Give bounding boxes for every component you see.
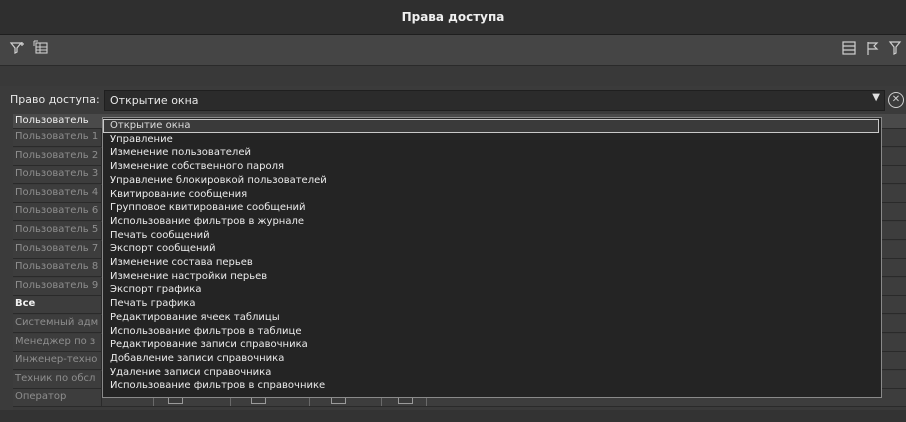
flag-icon[interactable]: [864, 40, 882, 58]
dropdown-item[interactable]: Изменение пользователей: [104, 147, 878, 159]
dropdown-item-selected[interactable]: Открытие окна: [103, 119, 879, 133]
dropdown-item[interactable]: Групповое квитирование сообщений: [104, 202, 878, 214]
grid-config-icon[interactable]: [32, 40, 50, 58]
dropdown-item[interactable]: Использование фильтров в таблице: [104, 326, 878, 338]
clear-icon[interactable]: ✕: [888, 92, 904, 108]
filter-settings-icon-graphic: [9, 42, 24, 54]
row-user-name: Пользователь 7: [15, 242, 99, 254]
row-user-name: Пользователь 6: [15, 205, 99, 217]
dropdown-item[interactable]: Экспорт графика: [104, 284, 878, 296]
filter-settings-icon[interactable]: [8, 40, 26, 58]
dropdown-item[interactable]: Использование фильтров в журнале: [104, 216, 878, 228]
access-label: Право доступа:: [10, 93, 100, 106]
row-user-name: Пользователь 2: [15, 149, 99, 161]
row-user-name: Оператор: [15, 391, 67, 403]
row-user-name: Пользователь 1: [15, 131, 99, 142]
dropdown-item[interactable]: Печать графика: [104, 298, 878, 310]
filter-icon[interactable]: [886, 40, 904, 58]
dropdown-item[interactable]: Редактирование ячеек таблицы: [104, 312, 878, 324]
dropdown-item[interactable]: Изменение настройки перьев: [104, 271, 878, 283]
flag-icon-graphic: [867, 42, 879, 55]
row-user-name: Пользователь 5: [15, 224, 99, 235]
row-user-name: Менеджер по з: [15, 335, 96, 347]
dropdown-item[interactable]: Управление блокировкой пользователей: [104, 175, 878, 187]
column-header-user: Пользователь: [15, 115, 89, 126]
dropdown-item[interactable]: Редактирование записи справочника: [104, 339, 878, 351]
window-title: Права доступа: [0, 0, 906, 35]
toolbar: [0, 35, 906, 66]
status-bar: [0, 410, 906, 422]
row-user-name: Пользователь 4: [15, 186, 99, 198]
row-user-name: Пользователь 8: [15, 261, 99, 273]
dropdown-item[interactable]: Управление: [104, 134, 878, 146]
dropdown-item[interactable]: Экспорт сообщений: [104, 243, 878, 255]
access-dropdown-list: Открытие окна Управление Изменение пользов…: [102, 117, 882, 398]
row-user-name: Инженер-техно: [15, 354, 98, 366]
access-combobox[interactable]: Открытие окна ▼: [104, 90, 885, 111]
dropdown-item[interactable]: Добавление записи справочника: [104, 353, 878, 365]
row-user-name: Пользователь 9: [15, 279, 99, 291]
row-user-name: Все: [15, 298, 36, 310]
row-user-name: Пользователь 3: [15, 168, 99, 180]
dropdown-item[interactable]: Удаление записи справочника: [104, 367, 878, 379]
list-view-icon-graphic: [842, 41, 856, 55]
dropdown-item[interactable]: Печать сообщений: [104, 230, 878, 242]
spacer-area: [0, 66, 906, 86]
list-view-icon[interactable]: [840, 40, 858, 58]
access-row: Право доступа: Открытие окна ▼ ✕: [0, 88, 906, 112]
row-user-name: Техник по обсл: [15, 372, 96, 384]
row-user-name: Системный адм: [15, 317, 99, 328]
dropdown-item[interactable]: Изменение состава перьев: [104, 257, 878, 269]
dropdown-item[interactable]: Квитирование сообщения: [104, 189, 878, 201]
dropdown-item[interactable]: Изменение собственного пароля: [104, 161, 878, 173]
chevron-down-icon[interactable]: ▼: [872, 92, 880, 103]
dropdown-item[interactable]: Использование фильтров в справочнике: [104, 380, 878, 392]
grid-config-icon-graphic: [33, 40, 48, 54]
access-combobox-value: Открытие окна: [110, 94, 199, 107]
filter-icon-graphic: [888, 41, 902, 55]
